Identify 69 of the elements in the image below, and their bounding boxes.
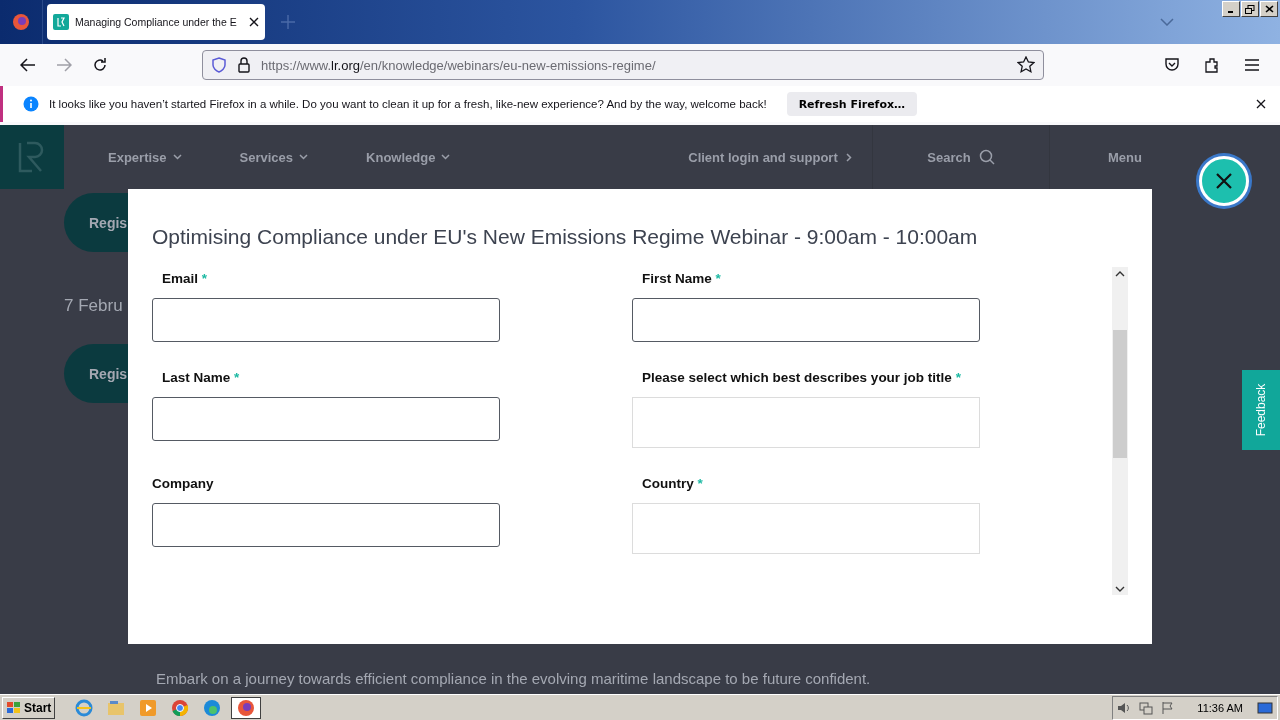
field-label: Company <box>152 476 215 491</box>
star-icon <box>1017 56 1035 74</box>
restore-icon <box>1245 4 1255 14</box>
firefox-button[interactable] <box>231 696 262 719</box>
intro-text: Embark on a journey towards efficient compliance in the evolving maritime landscape to be future confident. <box>156 670 872 687</box>
close-icon <box>1215 172 1233 190</box>
minimize-button[interactable] <box>1222 1 1240 17</box>
input-field[interactable] <box>152 503 500 547</box>
start-button[interactable]: Start <box>2 696 56 719</box>
field-label: Email * <box>161 271 209 286</box>
address-bar[interactable]: https://www.lr.org/en/knowledge/webinars/eu-new-emissions-regime/ <box>202 50 1044 80</box>
lock-icon <box>237 57 251 73</box>
notification-message: It looks like you haven’t started Firefox in a while. Do you want to clean it up for a fresh, like-new experience? And by the way, welcome back! <box>49 98 767 110</box>
nav-link[interactable]: Services <box>239 149 309 165</box>
edge-icon <box>203 698 222 717</box>
feedback-tab[interactable]: Feedback <box>1242 370 1280 450</box>
close-icon <box>249 17 259 27</box>
shield-icon <box>211 57 227 73</box>
scrollbar[interactable] <box>1112 267 1128 595</box>
event-date: 7 Febru <box>64 296 124 316</box>
back-arrow-icon <box>20 58 36 72</box>
firefox-icon <box>12 13 30 31</box>
refresh-firefox-button[interactable]: Refresh Firefox… <box>786 92 918 116</box>
nav-link[interactable]: Knowledge <box>366 149 451 165</box>
close-icon <box>1256 99 1266 109</box>
clock: 11:36 AM <box>1197 701 1243 714</box>
url-text: https://www.lr.org/en/knowledge/webinars/eu-new-emissions-regime/ <box>261 57 657 73</box>
restore-button[interactable] <box>1241 1 1259 17</box>
info-icon <box>23 96 39 112</box>
speaker-icon <box>1117 700 1132 715</box>
scroll-down-icon <box>1115 585 1125 593</box>
close-button[interactable] <box>1260 1 1278 17</box>
close-button[interactable] <box>1199 156 1249 206</box>
forward-arrow-icon <box>56 58 72 72</box>
input-field[interactable] <box>152 397 500 441</box>
chevron-icon <box>1160 18 1174 26</box>
scroll-up-icon <box>1115 270 1125 278</box>
client-login-link[interactable]: Client login and support <box>668 125 872 189</box>
new-tab-icon <box>281 15 295 29</box>
field-label: First Name * <box>641 271 722 286</box>
flag-icon <box>1161 700 1176 715</box>
pocket-icon <box>1164 58 1180 72</box>
chevron-icon <box>172 154 182 160</box>
field-label: Please select which best describes your job title * <box>641 370 962 385</box>
chevron-icon <box>299 154 309 160</box>
tab-title: Managing Compliance under the E <box>75 16 238 28</box>
input-field[interactable] <box>152 298 500 342</box>
menu-icon <box>1245 59 1259 71</box>
site-favicon <box>53 14 69 30</box>
input-field[interactable] <box>632 298 980 342</box>
puzzle-icon <box>1204 57 1220 73</box>
windows-logo-icon <box>6 700 22 715</box>
chevron-icon <box>845 152 852 162</box>
desktop-icon <box>1257 700 1273 715</box>
chevron-icon <box>441 154 451 160</box>
firefox-icon <box>237 698 256 717</box>
field-label: Country * <box>641 476 704 491</box>
search-icon <box>978 149 995 165</box>
ie-icon <box>75 698 94 717</box>
reload-icon <box>92 57 108 73</box>
nav-link[interactable]: Expertise <box>108 149 182 165</box>
select-field[interactable] <box>632 397 980 448</box>
folder-icon <box>107 699 126 716</box>
close-icon <box>1264 5 1274 13</box>
media-player-icon <box>139 698 158 717</box>
chrome-icon <box>171 698 190 717</box>
select-field[interactable] <box>632 503 980 554</box>
network-icon <box>1139 700 1154 715</box>
browser-tab[interactable]: Managing Compliance under the E <box>47 4 265 40</box>
